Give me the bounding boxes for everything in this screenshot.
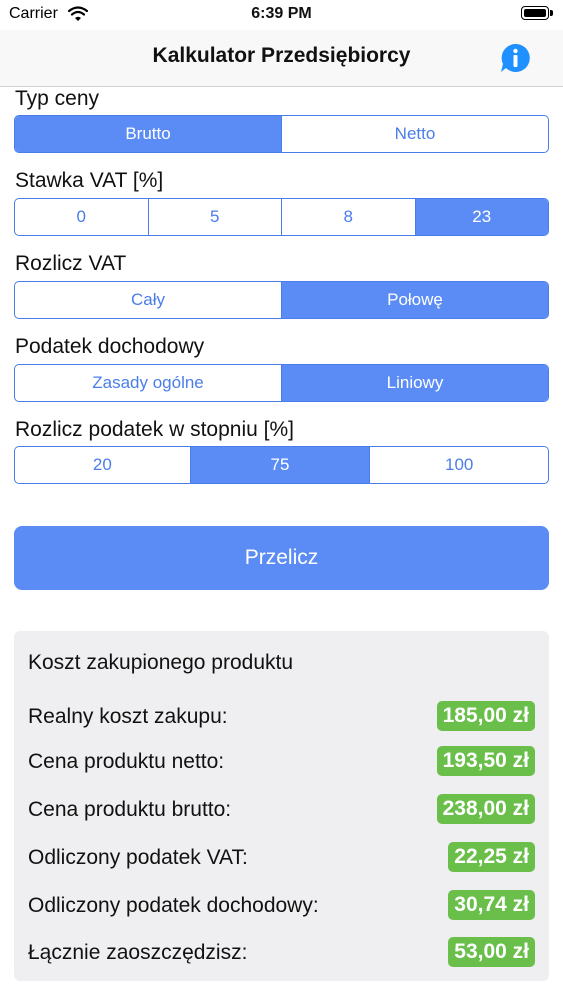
segment-vat-0[interactable]: 0 [15, 199, 149, 235]
result-label: Odliczony podatek VAT: [28, 846, 248, 869]
result-row: Realny koszt zakupu: 185,00 zł [28, 701, 535, 733]
vat-settlement-label: Rozlicz VAT [15, 252, 127, 275]
segment-degree-75[interactable]: 75 [190, 447, 371, 483]
result-row: Odliczony podatek VAT: 22,25 zł [28, 842, 535, 874]
result-value-badge: 185,00 zł [436, 701, 535, 731]
status-bar: Carrier 6:39 PM [0, 0, 563, 30]
result-value-badge: 30,74 zł [448, 890, 535, 920]
vat-rate-label: Stawka VAT [%] [15, 169, 164, 192]
price-type-label: Typ ceny [15, 87, 100, 110]
page-title: Kalkulator Przedsiębiorcy [152, 44, 411, 67]
segment-liniowy[interactable]: Liniowy [282, 365, 548, 401]
result-row: Odliczony podatek dochodowy: 30,74 zł [28, 890, 535, 922]
result-value-badge: 238,00 zł [436, 794, 535, 824]
result-value-badge: 193,50 zł [436, 746, 535, 776]
segment-zasady-ogolne[interactable]: Zasady ogólne [15, 365, 282, 401]
navigation-bar: Kalkulator Przedsiębiorcy [0, 30, 563, 87]
segment-vat-23[interactable]: 23 [415, 199, 548, 235]
info-button[interactable] [498, 41, 532, 75]
info-icon [501, 43, 530, 72]
result-label: Odliczony podatek dochodowy: [28, 894, 319, 917]
segment-degree-20[interactable]: 20 [15, 447, 191, 483]
segment-vat-5[interactable]: 5 [149, 199, 282, 235]
vat-rate-segmented-control[interactable]: 0 5 8 23 [14, 198, 549, 236]
tax-degree-segmented-control[interactable]: 20 75 100 [14, 446, 549, 484]
result-label: Cena produktu brutto: [28, 798, 232, 821]
result-row: Łącznie zaoszczędzisz: 53,00 zł [28, 937, 535, 969]
price-type-segmented-control[interactable]: Brutto Netto [14, 115, 549, 153]
result-label: Cena produktu netto: [28, 750, 225, 773]
income-tax-label: Podatek dochodowy [15, 335, 205, 358]
segment-caly[interactable]: Cały [15, 282, 282, 318]
vat-settlement-segmented-control[interactable]: Cały Połowę [14, 281, 549, 319]
results-card: Koszt zakupionego produktu Realny koszt … [14, 631, 549, 981]
clock: 6:39 PM [251, 5, 312, 22]
result-value-badge: 22,25 zł [448, 842, 535, 872]
segment-polowe[interactable]: Połowę [282, 282, 548, 318]
result-row: Cena produktu brutto: 238,00 zł [28, 794, 535, 826]
results-title: Koszt zakupionego produktu [28, 651, 294, 674]
segment-degree-100[interactable]: 100 [370, 447, 548, 483]
calculate-button[interactable]: Przelicz [14, 526, 549, 590]
result-label: Realny koszt zakupu: [28, 705, 228, 728]
result-label: Łącznie zaoszczędzisz: [28, 941, 248, 964]
result-value-badge: 53,00 zł [448, 937, 535, 967]
result-row: Cena produktu netto: 193,50 zł [28, 746, 535, 778]
segment-netto[interactable]: Netto [282, 116, 548, 152]
income-tax-segmented-control[interactable]: Zasady ogólne Liniowy [14, 364, 549, 402]
segment-brutto[interactable]: Brutto [15, 116, 282, 152]
battery-icon [521, 6, 555, 22]
tax-degree-label: Rozlicz podatek w stopniu [%] [15, 418, 294, 441]
segment-vat-8[interactable]: 8 [282, 199, 416, 235]
